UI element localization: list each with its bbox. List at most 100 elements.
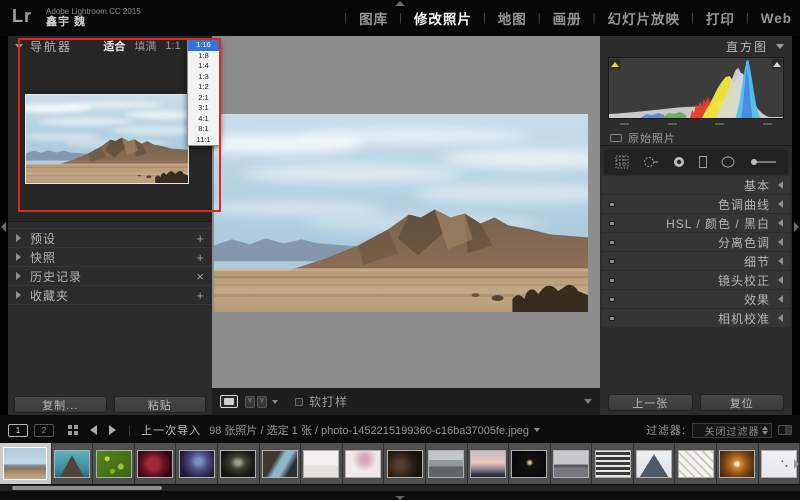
adjustment-panel-header[interactable]: 相机校准 [602, 309, 790, 327]
before-after-right-icon[interactable]: Y [257, 396, 267, 408]
copy-button[interactable]: 复制... [14, 396, 107, 413]
toolbar-options-caret-icon[interactable] [584, 399, 592, 404]
view-mode-caret-icon[interactable] [272, 400, 278, 404]
filmstrip-cell[interactable] [135, 443, 177, 484]
panel-action-icon[interactable]: + [196, 288, 204, 303]
filmstrip-cell[interactable] [52, 443, 94, 484]
filmstrip-scrollbar[interactable] [0, 485, 800, 491]
previous-photo-arrow-icon[interactable] [90, 425, 97, 435]
zoom-ratio-option[interactable]: 1:8 [188, 51, 219, 62]
zoom-ratio-option[interactable]: 4:1 [188, 114, 219, 125]
filmstrip-thumbnail[interactable] [596, 451, 630, 477]
spot-removal-icon[interactable] [642, 155, 660, 169]
filmstrip-thumbnail[interactable] [4, 448, 46, 479]
filmstrip-thumbnail[interactable] [180, 451, 214, 477]
filmstrip-cell[interactable] [675, 443, 717, 484]
zoom-option[interactable]: 1:1 [165, 40, 180, 52]
zoom-ratio-option[interactable]: 3:1 [188, 103, 219, 114]
filter-switch-icon[interactable] [778, 425, 792, 435]
adjustment-panel-header[interactable]: 基本 [602, 176, 790, 194]
filmstrip-thumbnail[interactable] [512, 451, 546, 477]
adjustment-panel-header[interactable]: 细节 [602, 252, 790, 270]
main-window-button[interactable]: 1 [8, 424, 28, 437]
histogram[interactable] [608, 57, 784, 119]
filmstrip-cell[interactable] [468, 443, 510, 484]
zoom-ratio-option[interactable]: 8:1 [188, 124, 219, 135]
adjustment-panel-header[interactable]: 色调曲线 [602, 195, 790, 213]
filmstrip-thumbnail[interactable] [429, 451, 463, 477]
zoom-ratio-option[interactable]: 2:1 [188, 93, 219, 104]
next-photo-arrow-icon[interactable] [109, 425, 116, 435]
collapse-top-panel-icon[interactable] [395, 1, 405, 6]
selection-info[interactable]: 98 张照片 / 选定 1 张 / photo-1452215199360-c1… [209, 422, 529, 438]
filmstrip-thumbnail[interactable] [637, 451, 671, 477]
filmstrip-cell[interactable] [426, 443, 468, 484]
filmstrip-cell[interactable] [343, 443, 385, 484]
left-panel-header[interactable]: 历史记录 × [8, 267, 212, 286]
filter-dropdown[interactable]: 关闭过滤器 [692, 423, 772, 438]
source-caret-icon[interactable] [534, 428, 540, 432]
navigator-preview[interactable] [26, 95, 188, 183]
filmstrip-cell[interactable] [260, 443, 302, 484]
adjustment-panel-header[interactable]: 分离色调 [602, 233, 790, 251]
filmstrip-cell[interactable] [93, 443, 135, 484]
filmstrip-cell[interactable] [551, 443, 593, 484]
histogram-header[interactable]: 直方图 [600, 36, 792, 56]
panel-toggle-switch[interactable] [609, 259, 615, 264]
zoom-ratio-dropdown[interactable]: 1:161:81:41:31:22:13:14:18:111:1 [187, 39, 220, 146]
module-tab[interactable]: 画册 [527, 8, 582, 28]
before-after-left-icon[interactable]: Y [245, 396, 255, 408]
left-panel-header[interactable]: 预设 + [8, 229, 212, 248]
left-panel-header[interactable]: 收藏夹 + [8, 286, 212, 305]
module-tab[interactable]: 图库 [333, 8, 388, 28]
filmstrip-cell[interactable] [301, 443, 343, 484]
panel-toggle-switch[interactable] [609, 297, 615, 302]
photo-preview[interactable] [214, 114, 588, 312]
reset-button[interactable]: 复位 [700, 394, 785, 411]
zoom-ratio-option[interactable]: 11:1 [188, 135, 219, 146]
highlight-clipping-icon[interactable] [772, 59, 782, 69]
second-window-button[interactable]: 2 [34, 424, 54, 437]
filmstrip-cell[interactable] [176, 443, 218, 484]
collapse-right-icon[interactable] [794, 222, 799, 232]
adjustment-brush-icon[interactable] [748, 155, 778, 169]
filmstrip-thumbnail[interactable] [55, 451, 89, 477]
filmstrip-cell[interactable] [592, 443, 634, 484]
scrollbar-thumb[interactable] [12, 486, 162, 490]
filmstrip-thumbnail[interactable] [762, 451, 796, 477]
panel-action-icon[interactable]: × [196, 269, 204, 284]
red-eye-icon[interactable] [672, 155, 686, 169]
filmstrip-thumbnail[interactable] [304, 451, 338, 477]
filmstrip-cell[interactable] [218, 443, 260, 484]
module-tab[interactable]: 修改照片 [388, 8, 472, 28]
adjustment-panel-header[interactable]: 效果 [602, 290, 790, 308]
filmstrip-cell[interactable] [717, 443, 759, 484]
zoom-ratio-option[interactable]: 1:4 [188, 61, 219, 72]
filmstrip-thumbnail[interactable] [471, 451, 505, 477]
source-label[interactable]: 上一次导入 [141, 422, 201, 438]
zoom-option[interactable]: 填满 [134, 38, 156, 54]
filmstrip-cell[interactable] [0, 443, 52, 484]
radial-filter-icon[interactable] [720, 155, 736, 169]
filmstrip-cell[interactable] [634, 443, 676, 484]
soft-proof-checkbox[interactable] [295, 398, 303, 406]
navigator-header[interactable]: 导航器 适合填满1:12:1 [8, 36, 212, 56]
zoom-ratio-option[interactable]: 1:3 [188, 72, 219, 83]
graduated-filter-icon[interactable] [698, 155, 708, 169]
filmstrip-thumbnail[interactable] [138, 451, 172, 477]
right-panel-collapse-strip[interactable] [792, 36, 800, 415]
panel-toggle-switch[interactable] [609, 316, 615, 321]
zoom-ratio-option[interactable]: 1:2 [188, 82, 219, 93]
left-panel-header[interactable]: 快照 + [8, 248, 212, 267]
filmstrip-thumbnail[interactable] [263, 451, 297, 477]
left-panel-collapse-strip[interactable] [0, 36, 8, 415]
panel-action-icon[interactable]: + [196, 250, 204, 265]
filmstrip-thumbnail[interactable] [97, 451, 131, 477]
zoom-option[interactable]: 适合 [103, 38, 125, 54]
filmstrip-thumbnail[interactable] [346, 451, 380, 477]
filmstrip-cell[interactable] [384, 443, 426, 484]
adjustment-panel-header[interactable]: HSL / 颜色 / 黑白 [602, 214, 790, 232]
collapse-left-icon[interactable] [1, 222, 6, 232]
filmstrip-scroll-right-icon[interactable] [794, 459, 799, 469]
panel-toggle-switch[interactable] [609, 278, 615, 283]
